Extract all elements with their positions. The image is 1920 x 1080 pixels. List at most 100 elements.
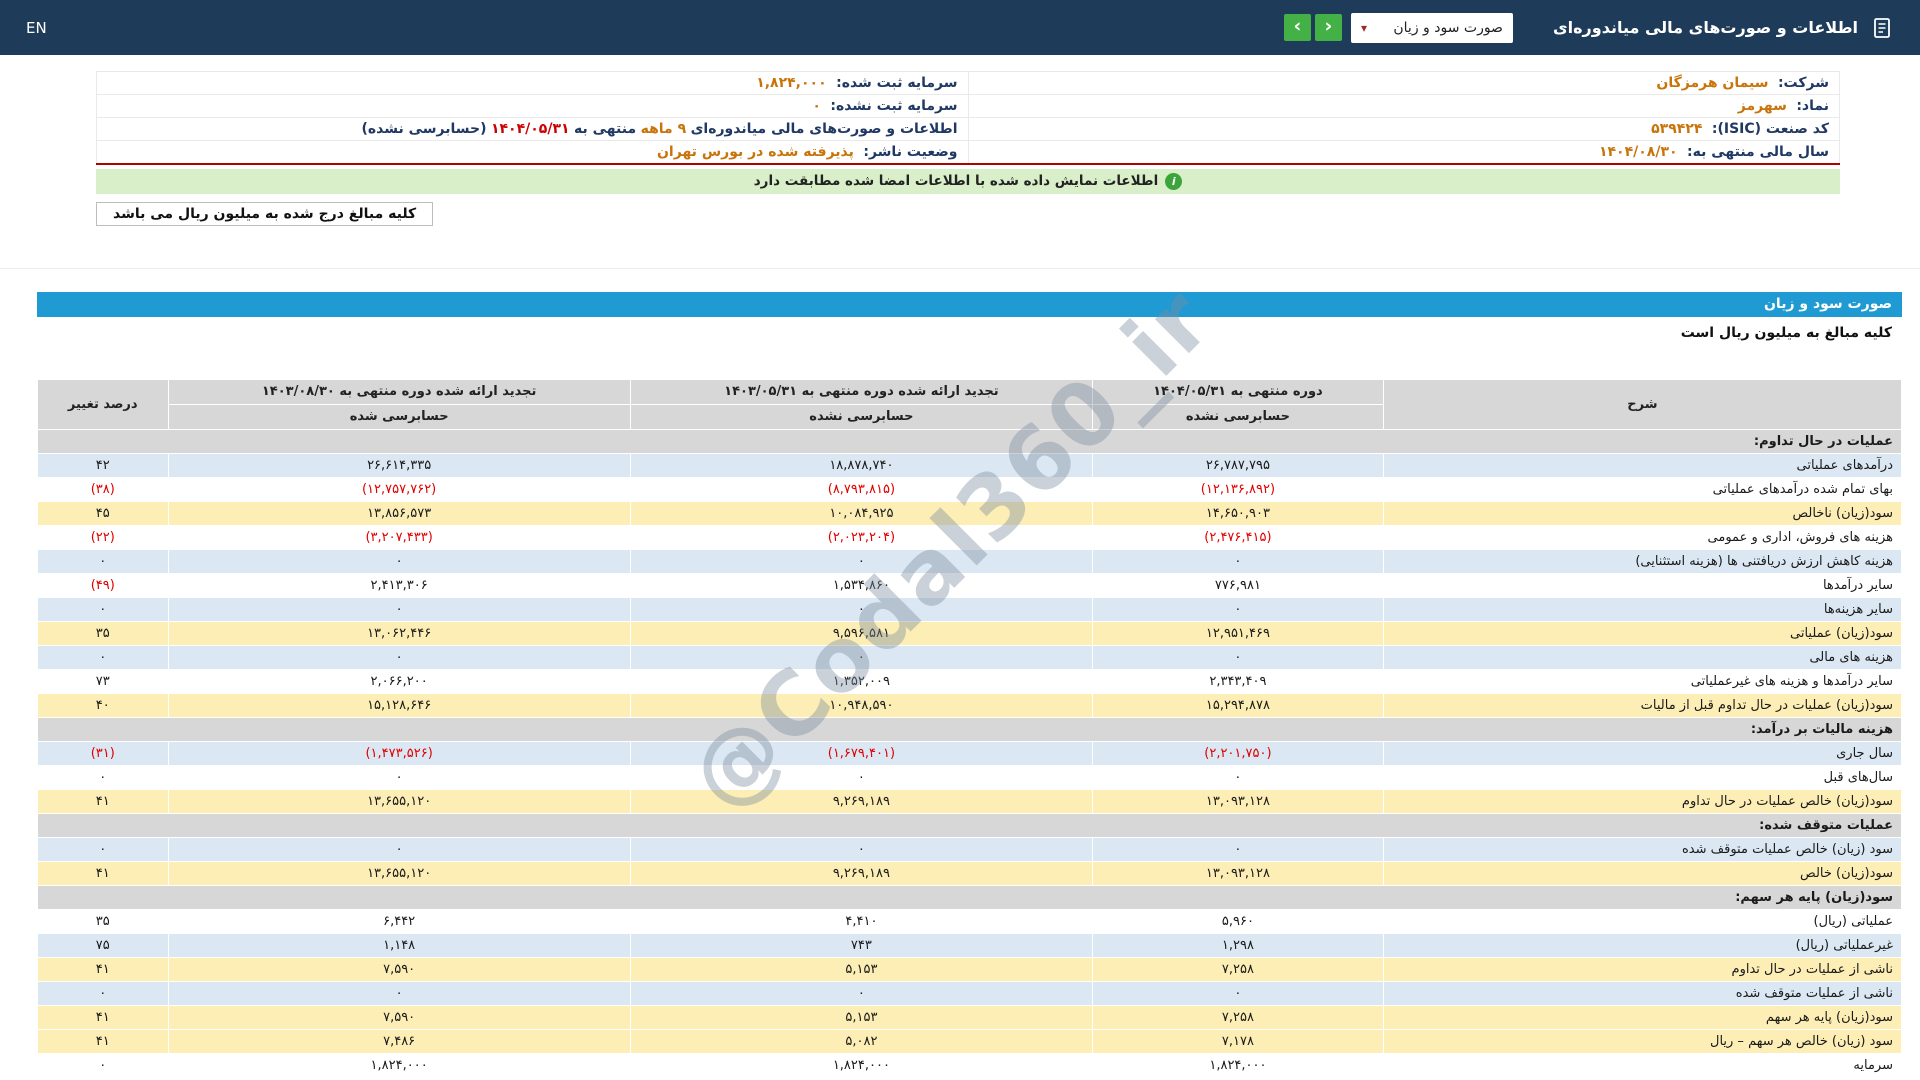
row-description: هزینه های فروش، اداری و عمومی [1383, 525, 1901, 549]
section-title: عملیات در حال تداوم: [38, 429, 1902, 453]
value-restated-year-end: ۱۵,۱۲۸,۶۴۶ [168, 693, 630, 717]
row-description: ناشی از عملیات در حال تداوم [1383, 957, 1901, 981]
percent-change: ۴۱ [38, 861, 169, 885]
sheet-tab-row: کلیه مبالغ درج شده به میلیون ریال می باش… [96, 202, 1840, 226]
value-restated-year-end: ۱۳,۶۵۵,۱۲۰ [168, 861, 630, 885]
report-period-field: اطلاعات و صورت‌های مالی میاندوره‌ای ۹ ما… [97, 118, 969, 141]
row-description: سود(زیان) خالص [1383, 861, 1901, 885]
value-current-period: ۵,۹۶۰ [1093, 909, 1384, 933]
symbol-value: سهرمز [1738, 98, 1787, 114]
row-description: سود(زیان) خالص عملیات در حال تداوم [1383, 789, 1901, 813]
value-restated-year-end: ۰ [168, 645, 630, 669]
fiscal-year-label: سال مالی منتهی به: [1687, 144, 1829, 160]
value-restated-year-end: ۱۳,۸۵۶,۵۷۳ [168, 501, 630, 525]
row-description: سال جاری [1383, 741, 1901, 765]
percent-change: ۴۵ [38, 501, 169, 525]
section-title: هزینه مالیات بر درآمد: [38, 717, 1902, 741]
value-current-period: ۷,۲۵۸ [1093, 1005, 1384, 1029]
value-restated-year-end: ۲,۴۱۳,۳۰۶ [168, 573, 630, 597]
statement-title-bar: صورت سود و زیان [37, 292, 1902, 317]
unregistered-capital-value: ۰ [812, 98, 821, 114]
value-current-period: ۰ [1093, 765, 1384, 789]
value-current-period: ۱,۲۹۸ [1093, 933, 1384, 957]
col-header-current-period: دوره منتهی به ۱۴۰۴/۰۵/۳۱ [1093, 379, 1384, 404]
financial-report-icon [1870, 16, 1894, 40]
value-current-period: ۱۳,۰۹۳,۱۲۸ [1093, 789, 1384, 813]
row-description: سود (زیان) خالص عملیات متوقف شده [1383, 837, 1901, 861]
issuer-status-field: وضعیت ناشر: پذیرفته شده در بورس تهران [97, 141, 969, 164]
percent-change: ۴۰ [38, 693, 169, 717]
value-current-period: ۱۳,۰۹۳,۱۲۸ [1093, 861, 1384, 885]
value-restated-mid-period: ۱۰,۰۸۴,۹۲۵ [630, 501, 1092, 525]
value-restated-year-end: ۲,۰۶۶,۲۰۰ [168, 669, 630, 693]
statement-unit-note: کلیه مبالغ به میلیون ریال است [37, 321, 1902, 346]
statement-row: غیرعملیاتی (ریال)۱,۲۹۸۷۴۳۱,۱۴۸۷۵ [38, 933, 1902, 957]
income-statement-body: عملیات در حال تداوم:درآمدهای عملیاتی۲۶,۷… [38, 429, 1902, 1077]
value-restated-mid-period: ۵,۱۵۳ [630, 1005, 1092, 1029]
value-restated-mid-period: ۱,۵۳۴,۸۶۰ [630, 573, 1092, 597]
percent-change: ۰ [38, 837, 169, 861]
language-toggle-en[interactable]: EN [26, 19, 47, 37]
registered-capital-field: سرمایه ثبت شده: ۱,۸۲۴,۰۰۰ [97, 72, 969, 95]
statement-row: سود(زیان) عملیاتی۱۲,۹۵۱,۴۶۹۹,۵۹۶,۵۸۱۱۳,۰… [38, 621, 1902, 645]
percent-change: ۰ [38, 765, 169, 789]
subheader-audited-year: حسابرسی شده [168, 404, 630, 429]
info-row-3: کد صنعت (ISIC): ۵۳۹۴۲۴ اطلاعات و صورت‌ها… [97, 118, 1840, 141]
statement-row: سال‌های قبل۰۰۰۰ [38, 765, 1902, 789]
statement-row: هزینه های مالی۰۰۰۰ [38, 645, 1902, 669]
statement-row: سود(زیان) خالص عملیات در حال تداوم۱۳,۰۹۳… [38, 789, 1902, 813]
million-rial-unit-tab[interactable]: کلیه مبالغ درج شده به میلیون ریال می باش… [96, 202, 433, 226]
percent-change: (۲۲) [38, 525, 169, 549]
col-header-restated-mid-period: تجدید ارائه شده دوره منتهی به ۱۴۰۳/۰۵/۳۱ [630, 379, 1092, 404]
statement-row: سایر هزینه‌ها۰۰۰۰ [38, 597, 1902, 621]
registered-capital-value: ۱,۸۲۴,۰۰۰ [756, 75, 826, 91]
next-statement-button[interactable]: › [1315, 14, 1342, 41]
isic-field: کد صنعت (ISIC): ۵۳۹۴۲۴ [968, 118, 1840, 141]
value-restated-mid-period: ۰ [630, 597, 1092, 621]
value-restated-year-end: (۱,۴۷۳,۵۲۶) [168, 741, 630, 765]
row-description: سود(زیان) پایه هر سهم [1383, 1005, 1901, 1029]
company-info-table: شرکت: سیمان هرمزگان سرمایه ثبت شده: ۱,۸۲… [96, 71, 1840, 165]
statement-row: سرمایه۱,۸۲۴,۰۰۰۱,۸۲۴,۰۰۰۱,۸۲۴,۰۰۰۰ [38, 1053, 1902, 1077]
report-audit-status: (حسابرسی نشده) [361, 121, 486, 137]
percent-change: ۰ [38, 645, 169, 669]
percent-change: ۰ [38, 597, 169, 621]
value-restated-year-end: ۷,۵۹۰ [168, 957, 630, 981]
value-restated-mid-period: ۰ [630, 549, 1092, 573]
value-restated-year-end: ۰ [168, 597, 630, 621]
statement-type-dropdown[interactable]: صورت سود و زیان ▾ [1351, 13, 1513, 43]
value-restated-mid-period: ۵,۰۸۲ [630, 1029, 1092, 1053]
value-current-period: ۰ [1093, 645, 1384, 669]
issuer-status-value: پذیرفته شده در بورس تهران [657, 144, 854, 160]
row-description: بهای تمام شده درآمدهای عملیاتی [1383, 477, 1901, 501]
report-period-length: ۹ ماهه [641, 121, 687, 137]
col-header-description: شرح [1383, 379, 1901, 429]
percent-change: ۰ [38, 981, 169, 1005]
statement-row: ناشی از عملیات متوقف شده۰۰۰۰ [38, 981, 1902, 1005]
value-restated-mid-period: ۱۸,۸۷۸,۷۴۰ [630, 453, 1092, 477]
value-restated-year-end: ۱۳,۰۶۲,۴۴۶ [168, 621, 630, 645]
info-row-2: نماد: سهرمز سرمایه ثبت نشده: ۰ [97, 95, 1840, 118]
percent-change: ۷۳ [38, 669, 169, 693]
income-statement-table: شرح دوره منتهی به ۱۴۰۴/۰۵/۳۱ تجدید ارائه… [37, 379, 1902, 1078]
symbol-field: نماد: سهرمز [968, 95, 1840, 118]
value-current-period: ۷۷۶,۹۸۱ [1093, 573, 1384, 597]
statement-row: هزینه های فروش، اداری و عمومی(۲,۴۷۶,۴۱۵)… [38, 525, 1902, 549]
row-description: ناشی از عملیات متوقف شده [1383, 981, 1901, 1005]
value-restated-mid-period: ۰ [630, 645, 1092, 669]
statement-row: سال جاری(۲,۲۰۱,۷۵۰)(۱,۶۷۹,۴۰۱)(۱,۴۷۳,۵۲۶… [38, 741, 1902, 765]
percent-change: ۴۱ [38, 957, 169, 981]
value-restated-mid-period: ۷۴۳ [630, 933, 1092, 957]
value-restated-year-end: ۷,۵۹۰ [168, 1005, 630, 1029]
prev-statement-button[interactable]: ‹ [1284, 14, 1311, 41]
page-title: اطلاعات و صورت‌های مالی میاندوره‌ای [1553, 18, 1858, 37]
value-restated-year-end: ۰ [168, 837, 630, 861]
value-restated-mid-period: ۴,۴۱۰ [630, 909, 1092, 933]
section-divider [0, 268, 1920, 269]
section-title: عملیات متوقف شده: [38, 813, 1902, 837]
value-restated-mid-period: ۱,۸۲۴,۰۰۰ [630, 1053, 1092, 1077]
value-restated-year-end: ۱,۸۲۴,۰۰۰ [168, 1053, 630, 1077]
value-current-period: (۲,۲۰۱,۷۵۰) [1093, 741, 1384, 765]
section-title: سود(زیان) پایه هر سهم: [38, 885, 1902, 909]
row-description: غیرعملیاتی (ریال) [1383, 933, 1901, 957]
